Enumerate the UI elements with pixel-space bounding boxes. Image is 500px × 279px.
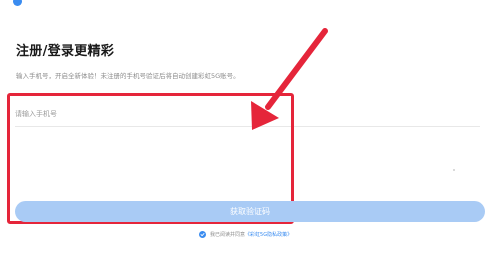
agreement-checkbox[interactable]	[199, 230, 206, 238]
agreement-row: 我已阅读并同意 《彩虹5G隐私政策》	[199, 229, 292, 239]
get-verification-code-button[interactable]: 获取验证码	[15, 201, 485, 222]
login-page: 注册/登录更精彩 输入手机号，开启全新体验！未注册的手机号验证后将自动创建彩虹5…	[0, 0, 500, 279]
annotation-arrow-shaft	[265, 28, 328, 110]
annotation-arrow-head	[251, 101, 279, 130]
privacy-policy-link[interactable]: 《彩虹5G隐私政策》	[245, 231, 292, 238]
checkmark-icon	[200, 232, 205, 236]
agreement-text: 我已阅读并同意	[210, 231, 246, 238]
